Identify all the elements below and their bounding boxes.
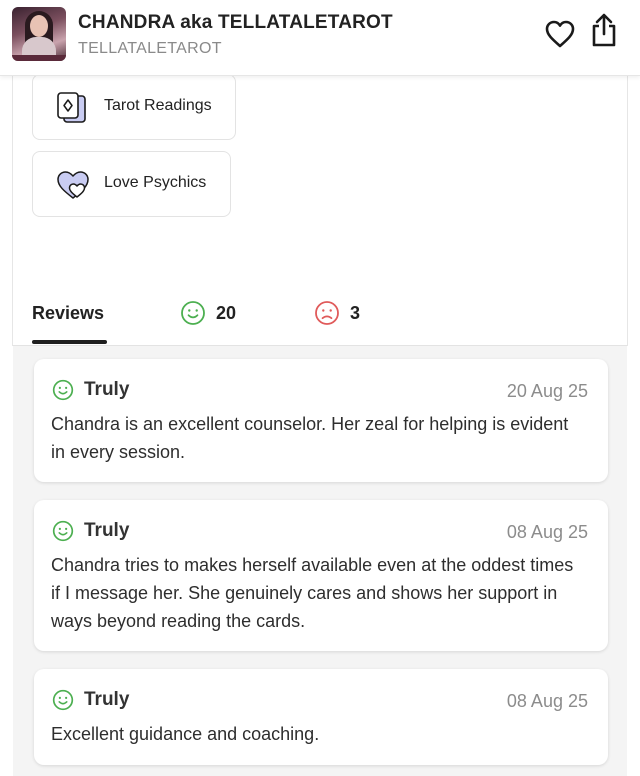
negative-reviews-filter[interactable]: 3 bbox=[314, 300, 360, 326]
page-subtitle: TELLATALETAROT bbox=[78, 40, 222, 57]
review-author: Truly bbox=[52, 379, 129, 401]
review-card: Truly 08 Aug 25 Chandra tries to makes h… bbox=[34, 500, 608, 651]
review-text: Chandra is an excellent counselor. Her z… bbox=[51, 414, 569, 462]
app-header: CHANDRA aka TELLATALETAROT TELLATALETARO… bbox=[0, 0, 640, 76]
share-button[interactable] bbox=[588, 13, 620, 47]
avatar-face bbox=[30, 15, 48, 37]
review-card: Truly 08 Aug 25 Excellent guidance and c… bbox=[34, 669, 608, 765]
avatar-caption-strip bbox=[12, 55, 66, 61]
review-author-name: Truly bbox=[84, 689, 130, 710]
review-card: Truly 20 Aug 25 Chandra is an excellent … bbox=[34, 359, 608, 482]
smiley-face-icon bbox=[52, 379, 74, 401]
hearts-icon bbox=[57, 171, 89, 199]
tab-reviews[interactable]: Reviews bbox=[32, 303, 104, 324]
page-title: CHANDRA aka TELLATALETAROT bbox=[78, 12, 393, 33]
review-author: Truly bbox=[52, 520, 129, 542]
favorite-button[interactable] bbox=[544, 18, 576, 50]
share-icon bbox=[592, 13, 616, 47]
review-date: 08 Aug 25 bbox=[506, 522, 588, 542]
review-author-name: Truly bbox=[84, 520, 130, 541]
review-text: Chandra tries to makes herself available… bbox=[51, 555, 574, 631]
category-tarot-readings[interactable]: Tarot Readings bbox=[32, 74, 236, 140]
smiley-face-icon bbox=[52, 520, 74, 542]
smiley-face-icon bbox=[181, 301, 205, 325]
category-label: Tarot Readings bbox=[104, 97, 212, 114]
review-author: Truly bbox=[52, 689, 129, 711]
review-date: 20 Aug 25 bbox=[506, 381, 588, 401]
negative-count: 3 bbox=[350, 302, 361, 323]
positive-count: 20 bbox=[216, 302, 237, 323]
heart-outline-icon bbox=[545, 20, 575, 48]
review-date: 08 Aug 25 bbox=[506, 691, 588, 711]
avatar[interactable] bbox=[12, 7, 66, 61]
tarot-cards-icon bbox=[57, 92, 86, 123]
active-tab-indicator bbox=[32, 340, 107, 344]
sad-face-icon bbox=[315, 301, 339, 325]
positive-reviews-filter[interactable]: 20 bbox=[180, 300, 236, 326]
review-text: Excellent guidance and coaching. bbox=[51, 724, 320, 744]
smiley-face-icon bbox=[52, 689, 74, 711]
category-label: Love Psychics bbox=[104, 174, 207, 191]
review-author-name: Truly bbox=[84, 379, 130, 400]
category-love-psychics[interactable]: Love Psychics bbox=[32, 151, 231, 217]
reviews-tabs: Reviews 20 3 bbox=[0, 290, 640, 346]
